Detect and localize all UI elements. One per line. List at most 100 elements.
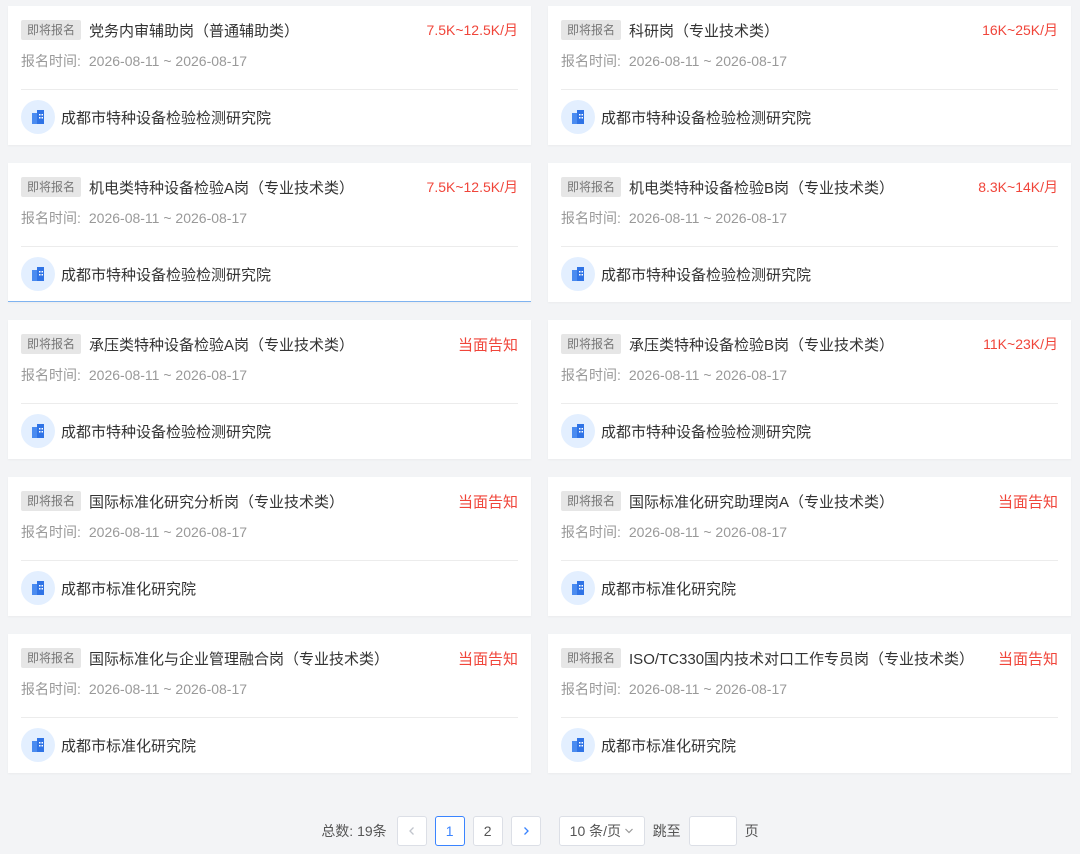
divider	[21, 403, 518, 404]
job-title[interactable]: 承压类特种设备检验A岗（专业技术类）	[89, 334, 354, 355]
page-size-value: 10 条/页	[569, 823, 622, 839]
status-badge: 即将报名	[21, 20, 82, 40]
salary-text: 11K~23K/月	[983, 336, 1058, 352]
divider	[21, 560, 518, 561]
org-name[interactable]: 成都市标准化研究院	[601, 578, 736, 599]
job-card[interactable]: 即将报名 国际标准化与企业管理融合岗（专业技术类） 当面告知 报名时间: 2026…	[8, 634, 531, 773]
job-title[interactable]: ISO/TC330国内技术对口工作专员岗（专业技术类）	[629, 648, 974, 669]
time-value: 2026-08-11 ~ 2026-08-17	[88, 367, 248, 383]
building-icon	[21, 100, 55, 134]
time-value: 2026-08-11 ~ 2026-08-17	[628, 53, 788, 69]
building-icon	[21, 728, 55, 762]
chevron-left-icon	[408, 827, 414, 835]
time-value: 2026-08-11 ~ 2026-08-17	[88, 524, 248, 540]
job-card[interactable]: 即将报名 承压类特种设备检验B岗（专业技术类） 11K~23K/月 报名时间: 2…	[548, 320, 1071, 459]
salary-text: 16K~25K/月	[982, 22, 1058, 38]
job-card[interactable]: 即将报名 机电类特种设备检验B岗（专业技术类） 8.3K~14K/月 报名时间:…	[548, 163, 1071, 302]
status-badge: 即将报名	[561, 648, 622, 668]
org-name[interactable]: 成都市特种设备检验检测研究院	[601, 421, 811, 442]
time-label: 报名时间:	[561, 681, 621, 697]
time-value: 2026-08-11 ~ 2026-08-17	[628, 367, 788, 383]
building-icon	[561, 728, 595, 762]
time-label: 报名时间:	[21, 53, 81, 69]
time-label: 报名时间:	[21, 210, 81, 226]
job-card[interactable]: 即将报名 ISO/TC330国内技术对口工作专员岗（专业技术类） 当面告知 报名…	[548, 634, 1071, 773]
building-icon	[21, 571, 55, 605]
time-value: 2026-08-11 ~ 2026-08-17	[628, 524, 788, 540]
total-count: 总数: 19条	[321, 823, 387, 839]
pagination: 总数: 19条 1 2 10 条/页 跳至 页	[0, 815, 1080, 847]
time-label: 报名时间:	[21, 367, 81, 383]
chevron-right-icon	[523, 827, 529, 835]
job-card[interactable]: 即将报名 国际标准化研究助理岗A（专业技术类） 当面告知 报名时间: 2026-0…	[548, 477, 1071, 616]
job-title[interactable]: 国际标准化与企业管理融合岗（专业技术类）	[89, 648, 389, 669]
salary-text: 7.5K~12.5K/月	[426, 179, 518, 195]
divider	[561, 717, 1058, 718]
time-value: 2026-08-11 ~ 2026-08-17	[628, 681, 788, 697]
job-title[interactable]: 国际标准化研究助理岗A（专业技术类）	[629, 491, 894, 512]
time-label: 报名时间:	[561, 524, 621, 540]
time-label: 报名时间:	[21, 681, 81, 697]
org-name[interactable]: 成都市标准化研究院	[601, 735, 736, 756]
org-name[interactable]: 成都市标准化研究院	[61, 735, 196, 756]
building-icon	[21, 257, 55, 291]
job-card[interactable]: 即将报名 党务内审辅助岗（普通辅助类） 7.5K~12.5K/月 报名时间: 20…	[8, 6, 531, 145]
divider	[21, 717, 518, 718]
org-name[interactable]: 成都市特种设备检验检测研究院	[601, 107, 811, 128]
status-badge: 即将报名	[561, 491, 622, 511]
job-card[interactable]: 即将报名 科研岗（专业技术类） 16K~25K/月 报名时间: 2026-08-1…	[548, 6, 1071, 145]
jump-label: 跳至	[652, 823, 681, 839]
time-label: 报名时间:	[561, 210, 621, 226]
time-value: 2026-08-11 ~ 2026-08-17	[88, 681, 248, 697]
job-card[interactable]: 即将报名 国际标准化研究分析岗（专业技术类） 当面告知 报名时间: 2026-08…	[8, 477, 531, 616]
job-title[interactable]: 机电类特种设备检验B岗（专业技术类）	[629, 177, 894, 198]
org-name[interactable]: 成都市特种设备检验检测研究院	[61, 264, 271, 285]
page-button-2[interactable]: 2	[472, 816, 503, 846]
page-button-1[interactable]: 1	[434, 816, 465, 846]
page-suffix: 页	[744, 823, 759, 839]
status-badge: 即将报名	[21, 334, 82, 354]
salary-text: 当面告知	[457, 336, 518, 354]
job-title[interactable]: 科研岗（专业技术类）	[629, 20, 779, 41]
salary-text: 8.3K~14K/月	[978, 179, 1058, 195]
salary-text: 7.5K~12.5K/月	[426, 22, 518, 38]
salary-text: 当面告知	[457, 650, 518, 668]
org-name[interactable]: 成都市标准化研究院	[61, 578, 196, 599]
job-title[interactable]: 机电类特种设备检验A岗（专业技术类）	[89, 177, 354, 198]
org-name[interactable]: 成都市特种设备检验检测研究院	[61, 107, 271, 128]
job-title[interactable]: 党务内审辅助岗（普通辅助类）	[89, 20, 299, 41]
job-card[interactable]: 即将报名 机电类特种设备检验A岗（专业技术类） 7.5K~12.5K/月 报名时…	[8, 163, 531, 302]
salary-text: 当面告知	[997, 493, 1058, 511]
status-badge: 即将报名	[21, 648, 82, 668]
time-label: 报名时间:	[561, 53, 621, 69]
building-icon	[561, 100, 595, 134]
building-icon	[561, 414, 595, 448]
status-badge: 即将报名	[561, 20, 622, 40]
divider	[561, 560, 1058, 561]
time-label: 报名时间:	[21, 524, 81, 540]
job-list: 即将报名 党务内审辅助岗（普通辅助类） 7.5K~12.5K/月 报名时间: 20…	[8, 6, 1072, 773]
page-size-select[interactable]: 10 条/页	[558, 816, 645, 846]
job-title[interactable]: 国际标准化研究分析岗（专业技术类）	[89, 491, 344, 512]
time-value: 2026-08-11 ~ 2026-08-17	[628, 210, 788, 226]
status-badge: 即将报名	[21, 177, 82, 197]
divider	[21, 89, 518, 90]
divider	[21, 246, 518, 247]
status-badge: 即将报名	[561, 334, 622, 354]
salary-text: 当面告知	[997, 650, 1058, 668]
jump-page-input[interactable]	[688, 816, 737, 846]
status-badge: 即将报名	[561, 177, 622, 197]
status-badge: 即将报名	[21, 491, 82, 511]
org-name[interactable]: 成都市特种设备检验检测研究院	[601, 264, 811, 285]
divider	[561, 246, 1058, 247]
org-name[interactable]: 成都市特种设备检验检测研究院	[61, 421, 271, 442]
building-icon	[561, 571, 595, 605]
salary-text: 当面告知	[457, 493, 518, 511]
time-value: 2026-08-11 ~ 2026-08-17	[88, 53, 248, 69]
time-value: 2026-08-11 ~ 2026-08-17	[88, 210, 248, 226]
job-title[interactable]: 承压类特种设备检验B岗（专业技术类）	[629, 334, 894, 355]
job-card[interactable]: 即将报名 承压类特种设备检验A岗（专业技术类） 当面告知 报名时间: 2026-0…	[8, 320, 531, 459]
building-icon	[21, 414, 55, 448]
next-page-button[interactable]	[510, 816, 541, 846]
prev-page-button[interactable]	[396, 816, 427, 846]
